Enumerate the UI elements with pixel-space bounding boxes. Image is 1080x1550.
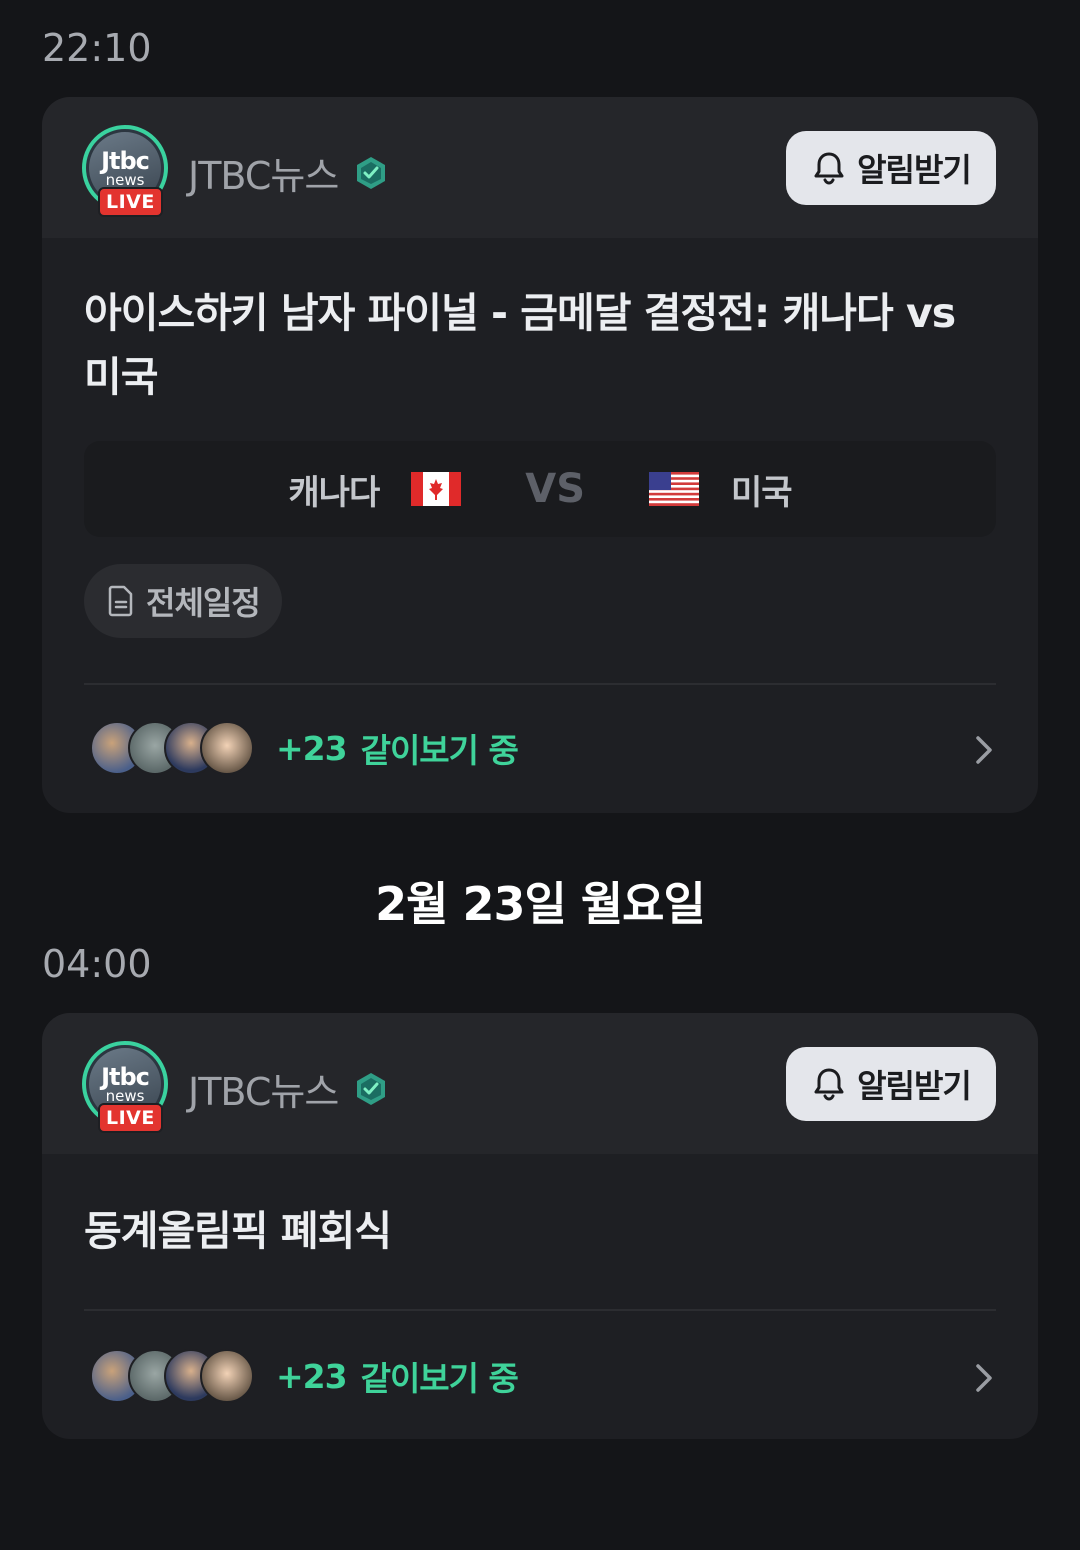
- verified-badge-icon: [357, 156, 386, 189]
- event-title: 아이스하키 남자 파이널 - 금메달 결정전: 캐나다 vs 미국: [84, 289, 956, 401]
- verified-badge-icon: [357, 1072, 386, 1105]
- logo-text-top: Jtbc: [101, 1063, 150, 1091]
- logo-text-top: Jtbc: [101, 147, 150, 175]
- watch-together-row[interactable]: +23 같이보기 중: [84, 1331, 996, 1421]
- bell-icon: [814, 1068, 844, 1101]
- channel-name-row[interactable]: JTBC뉴스: [188, 1061, 388, 1116]
- logo-text-bottom: news: [105, 1087, 145, 1105]
- watch-label: 같이보기 중: [360, 731, 519, 770]
- full-schedule-label: 전체일정: [146, 584, 261, 622]
- team-away: 미국: [731, 472, 793, 513]
- divider: [84, 1309, 996, 1311]
- logo-text-bottom: news: [105, 171, 145, 189]
- event-card[interactable]: Jtbc news LIVE JTBC뉴스 알림받기 동계올림픽 폐회식 +23…: [42, 1013, 1038, 1439]
- event-time: 04:00: [42, 942, 152, 986]
- card-header: Jtbc news LIVE JTBC뉴스 알림받기: [42, 1013, 1038, 1154]
- viewer-avatars: [84, 718, 264, 778]
- notify-label: 알림받기: [857, 1067, 972, 1105]
- matchup-bar: 캐나다 VS 미국: [84, 441, 996, 537]
- document-icon: [108, 585, 133, 617]
- card-header: Jtbc news LIVE JTBC뉴스 알림받기: [42, 97, 1038, 238]
- notify-button[interactable]: 알림받기: [786, 131, 996, 205]
- viewer-avatar: [200, 721, 254, 775]
- canada-flag-icon: [411, 472, 462, 506]
- vs-label: VS: [525, 466, 586, 512]
- channel-name-row[interactable]: JTBC뉴스: [188, 145, 388, 200]
- watch-label: 같이보기 중: [360, 1359, 519, 1398]
- live-badge: LIVE: [98, 1103, 163, 1133]
- notify-button[interactable]: 알림받기: [786, 1047, 996, 1121]
- date-header: 2월 23일 월요일: [375, 877, 706, 931]
- viewer-avatar: [200, 1349, 254, 1403]
- bell-icon: [814, 152, 844, 185]
- live-badge: LIVE: [98, 187, 163, 217]
- divider: [84, 683, 996, 685]
- watch-count: +23: [276, 1356, 348, 1396]
- viewer-avatars: [84, 1346, 264, 1406]
- channel-name: JTBC뉴스: [188, 1070, 339, 1114]
- event-time: 22:10: [42, 26, 152, 70]
- team-home: 캐나다: [288, 472, 380, 513]
- event-title: 동계올림픽 폐회식: [84, 1207, 392, 1255]
- chevron-right-icon[interactable]: [972, 733, 996, 767]
- watch-count: +23: [276, 728, 348, 768]
- chevron-right-icon[interactable]: [972, 1361, 996, 1395]
- watch-together-row[interactable]: +23 같이보기 중: [84, 703, 996, 793]
- usa-flag-icon: [649, 472, 700, 506]
- notify-label: 알림받기: [857, 151, 972, 189]
- event-card[interactable]: Jtbc news LIVE JTBC뉴스 알림받기 아이스하키 남자 파이널 …: [42, 97, 1038, 813]
- full-schedule-button[interactable]: 전체일정: [84, 564, 282, 638]
- channel-name: JTBC뉴스: [188, 154, 339, 198]
